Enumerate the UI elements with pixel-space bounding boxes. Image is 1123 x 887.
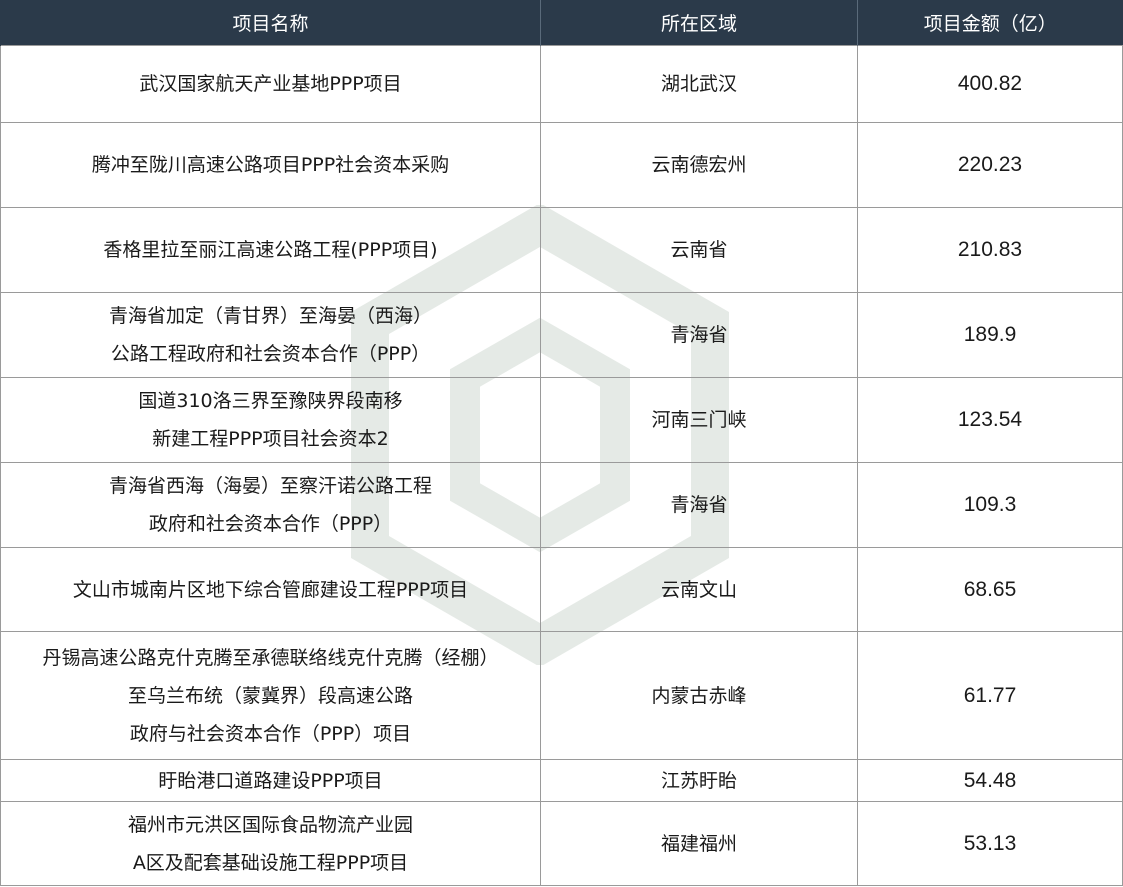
table-row: 香格里拉至丽江高速公路工程(PPP项目) 云南省 210.83 — [0, 207, 1123, 293]
project-name-cell: 丹锡高速公路克什克腾至承德联络线克什克腾（经棚） 至乌兰布统（蒙冀界）段高速公路… — [0, 631, 541, 760]
amount-cell: 189.9 — [857, 292, 1123, 378]
region-cell: 青海省 — [540, 292, 858, 378]
amount-cell: 400.82 — [857, 45, 1123, 123]
project-name-cell: 武汉国家航天产业基地PPP项目 — [0, 45, 541, 123]
table-row: 青海省加定（青甘界）至海晏（西海） 公路工程政府和社会资本合作（PPP） 青海省… — [0, 292, 1123, 378]
project-name-cell: 青海省加定（青甘界）至海晏（西海） 公路工程政府和社会资本合作（PPP） — [0, 292, 541, 378]
ppp-project-table: 项目名称 所在区域 项目金额（亿） 武汉国家航天产业基地PPP项目 湖北武汉 4… — [0, 0, 1123, 886]
region-cell: 云南省 — [540, 207, 858, 293]
table-row: 国道310洛三界至豫陕界段南移 新建工程PPP项目社会资本2 河南三门峡 123… — [0, 377, 1123, 463]
project-name-cell: 香格里拉至丽江高速公路工程(PPP项目) — [0, 207, 541, 293]
table-header-row: 项目名称 所在区域 项目金额（亿） — [0, 0, 1123, 46]
amount-cell: 54.48 — [857, 759, 1123, 802]
project-name-cell: 福州市元洪区国际食品物流产业园 A区及配套基础设施工程PPP项目 — [0, 801, 541, 886]
table-row: 文山市城南片区地下综合管廊建设工程PPP项目 云南文山 68.65 — [0, 547, 1123, 632]
project-name-cell: 文山市城南片区地下综合管廊建设工程PPP项目 — [0, 547, 541, 632]
region-cell: 福建福州 — [540, 801, 858, 886]
table-row: 武汉国家航天产业基地PPP项目 湖北武汉 400.82 — [0, 45, 1123, 123]
region-cell: 江苏盱眙 — [540, 759, 858, 802]
table-row: 盱眙港口道路建设PPP项目 江苏盱眙 54.48 — [0, 759, 1123, 802]
amount-cell: 220.23 — [857, 122, 1123, 208]
amount-cell: 210.83 — [857, 207, 1123, 293]
table-row: 丹锡高速公路克什克腾至承德联络线克什克腾（经棚） 至乌兰布统（蒙冀界）段高速公路… — [0, 631, 1123, 760]
region-cell: 青海省 — [540, 462, 858, 548]
table-row: 福州市元洪区国际食品物流产业园 A区及配套基础设施工程PPP项目 福建福州 53… — [0, 801, 1123, 886]
amount-cell: 53.13 — [857, 801, 1123, 886]
region-cell: 云南德宏州 — [540, 122, 858, 208]
amount-cell: 123.54 — [857, 377, 1123, 463]
table-row: 青海省西海（海晏）至察汗诺公路工程 政府和社会资本合作（PPP） 青海省 109… — [0, 462, 1123, 548]
project-name-cell: 腾冲至陇川高速公路项目PPP社会资本采购 — [0, 122, 541, 208]
amount-cell: 61.77 — [857, 631, 1123, 760]
region-cell: 河南三门峡 — [540, 377, 858, 463]
project-name-cell: 国道310洛三界至豫陕界段南移 新建工程PPP项目社会资本2 — [0, 377, 541, 463]
project-name-cell: 盱眙港口道路建设PPP项目 — [0, 759, 541, 802]
header-project-name: 项目名称 — [0, 0, 541, 46]
header-region: 所在区域 — [540, 0, 858, 46]
region-cell: 云南文山 — [540, 547, 858, 632]
region-cell: 湖北武汉 — [540, 45, 858, 123]
table-row: 腾冲至陇川高速公路项目PPP社会资本采购 云南德宏州 220.23 — [0, 122, 1123, 208]
amount-cell: 109.3 — [857, 462, 1123, 548]
region-cell: 内蒙古赤峰 — [540, 631, 858, 760]
project-name-cell: 青海省西海（海晏）至察汗诺公路工程 政府和社会资本合作（PPP） — [0, 462, 541, 548]
amount-cell: 68.65 — [857, 547, 1123, 632]
header-amount: 项目金额（亿） — [857, 0, 1123, 46]
